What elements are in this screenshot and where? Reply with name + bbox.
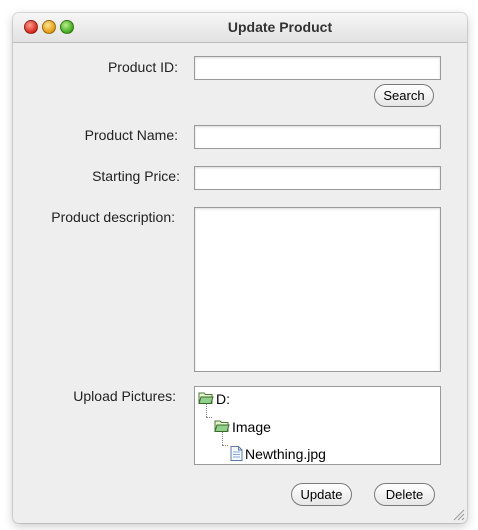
window-title: Update Product — [227, 19, 333, 35]
update-button[interactable]: Update — [291, 483, 352, 506]
product-id-label: Product ID: — [107, 59, 178, 75]
tree-node-label: Image — [232, 419, 271, 435]
product-name-input[interactable] — [194, 125, 441, 149]
search-button[interactable]: Search — [374, 84, 434, 107]
title-bar[interactable]: Update Product — [13, 13, 467, 43]
product-name-label: Product Name: — [84, 127, 178, 143]
folder-open-icon — [214, 419, 230, 437]
tree-node-label: D: — [216, 391, 230, 407]
starting-price-label: Starting Price: — [92, 168, 180, 184]
tree-node-file[interactable]: Newthing.jpg — [230, 445, 326, 463]
tree-connector — [222, 445, 228, 446]
tree-connector — [206, 417, 212, 418]
product-id-input[interactable] — [194, 56, 441, 80]
delete-button[interactable]: Delete — [374, 483, 435, 506]
tree-node-image-folder[interactable]: Image — [214, 418, 271, 436]
file-icon — [230, 445, 243, 465]
product-description-label: Product description: — [51, 209, 175, 225]
file-tree[interactable]: D: Image Newthing.jpg — [194, 386, 441, 465]
product-description-textarea[interactable] — [194, 207, 441, 372]
folder-open-icon — [198, 391, 214, 409]
update-product-window: Update Product Product ID: Search Produc… — [13, 13, 467, 523]
starting-price-input[interactable] — [194, 166, 441, 190]
tree-node-label: Newthing.jpg — [245, 446, 326, 462]
tree-node-root[interactable]: D: — [198, 390, 230, 408]
upload-pictures-label: Upload Pictures: — [73, 388, 176, 404]
resize-grip-icon[interactable] — [451, 507, 465, 521]
